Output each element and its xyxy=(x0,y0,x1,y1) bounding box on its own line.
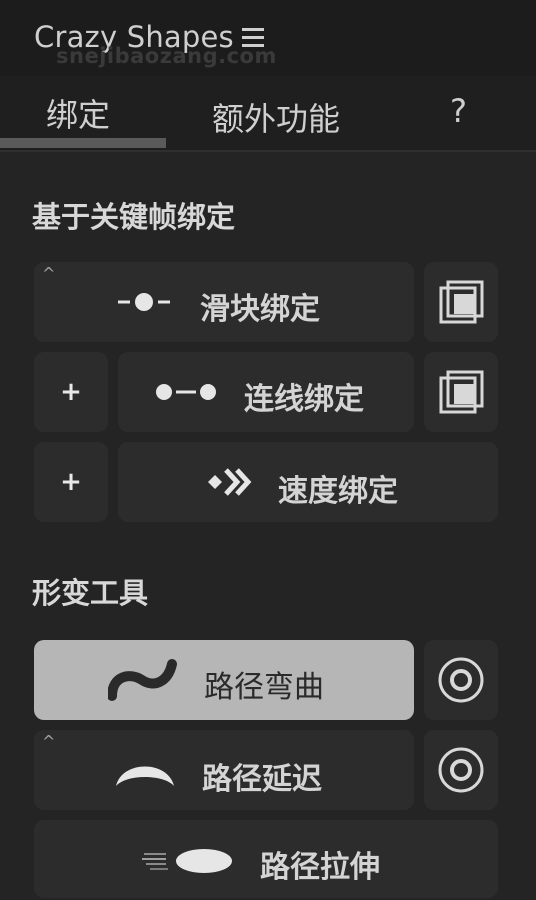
connected-dots-icon xyxy=(156,384,216,400)
tab-extra-features[interactable]: 额外功能 xyxy=(212,94,340,140)
expand-caret[interactable]: ^ xyxy=(42,264,55,283)
connect-add-button[interactable]: + xyxy=(34,352,108,432)
speed-add-button[interactable]: + xyxy=(34,442,108,522)
duplicate-layers-icon xyxy=(439,280,484,324)
speed-chevrons-icon xyxy=(208,468,252,496)
path-stretch-label: 路径拉伸 xyxy=(260,850,380,885)
expand-caret[interactable]: ^ xyxy=(42,732,55,751)
selected-tab-indicator xyxy=(0,138,166,148)
path-delay-target-button[interactable] xyxy=(424,730,498,810)
plus-icon: + xyxy=(60,467,82,497)
arc-path-icon xyxy=(116,766,174,786)
slider-bind-label: 滑块绑定 xyxy=(200,292,320,327)
wave-path-icon xyxy=(108,659,177,701)
connect-bind-button[interactable]: 连线绑定 xyxy=(118,352,414,432)
path-delay-label: 路径延迟 xyxy=(202,762,322,797)
plus-icon: + xyxy=(60,377,82,407)
path-bend-button[interactable]: 路径弯曲 xyxy=(34,640,414,720)
path-stretch-button[interactable]: 路径拉伸 xyxy=(34,820,498,898)
section-title-deform-tools: 形变工具 xyxy=(32,576,149,610)
slider-icon xyxy=(118,293,170,311)
connect-bind-label: 连线绑定 xyxy=(244,382,364,417)
slider-bind-duplicate-button[interactable] xyxy=(424,262,498,342)
target-circle-icon xyxy=(438,747,484,793)
tab-help[interactable]: ? xyxy=(450,92,467,130)
slider-bind-button[interactable]: ^ 滑块绑定 xyxy=(34,262,414,342)
connect-bind-duplicate-button[interactable] xyxy=(424,352,498,432)
path-delay-button[interactable]: ^ 路径延迟 xyxy=(34,730,414,810)
title-bar: Crazy Shapes snejibaozang.com xyxy=(0,0,536,76)
target-circle-icon xyxy=(438,657,484,703)
speed-bind-button[interactable]: 速度绑定 xyxy=(118,442,498,522)
path-bend-label: 路径弯曲 xyxy=(204,670,324,705)
watermark: snejibaozang.com xyxy=(56,44,277,68)
tab-binding[interactable]: 绑定 xyxy=(46,90,110,136)
duplicate-layers-icon xyxy=(439,370,484,414)
section-title-keyframe-binding: 基于关键帧绑定 xyxy=(32,200,236,234)
stretch-ellipse-icon xyxy=(142,849,232,873)
path-bend-target-button[interactable] xyxy=(424,640,498,720)
speed-bind-label: 速度绑定 xyxy=(278,474,398,509)
